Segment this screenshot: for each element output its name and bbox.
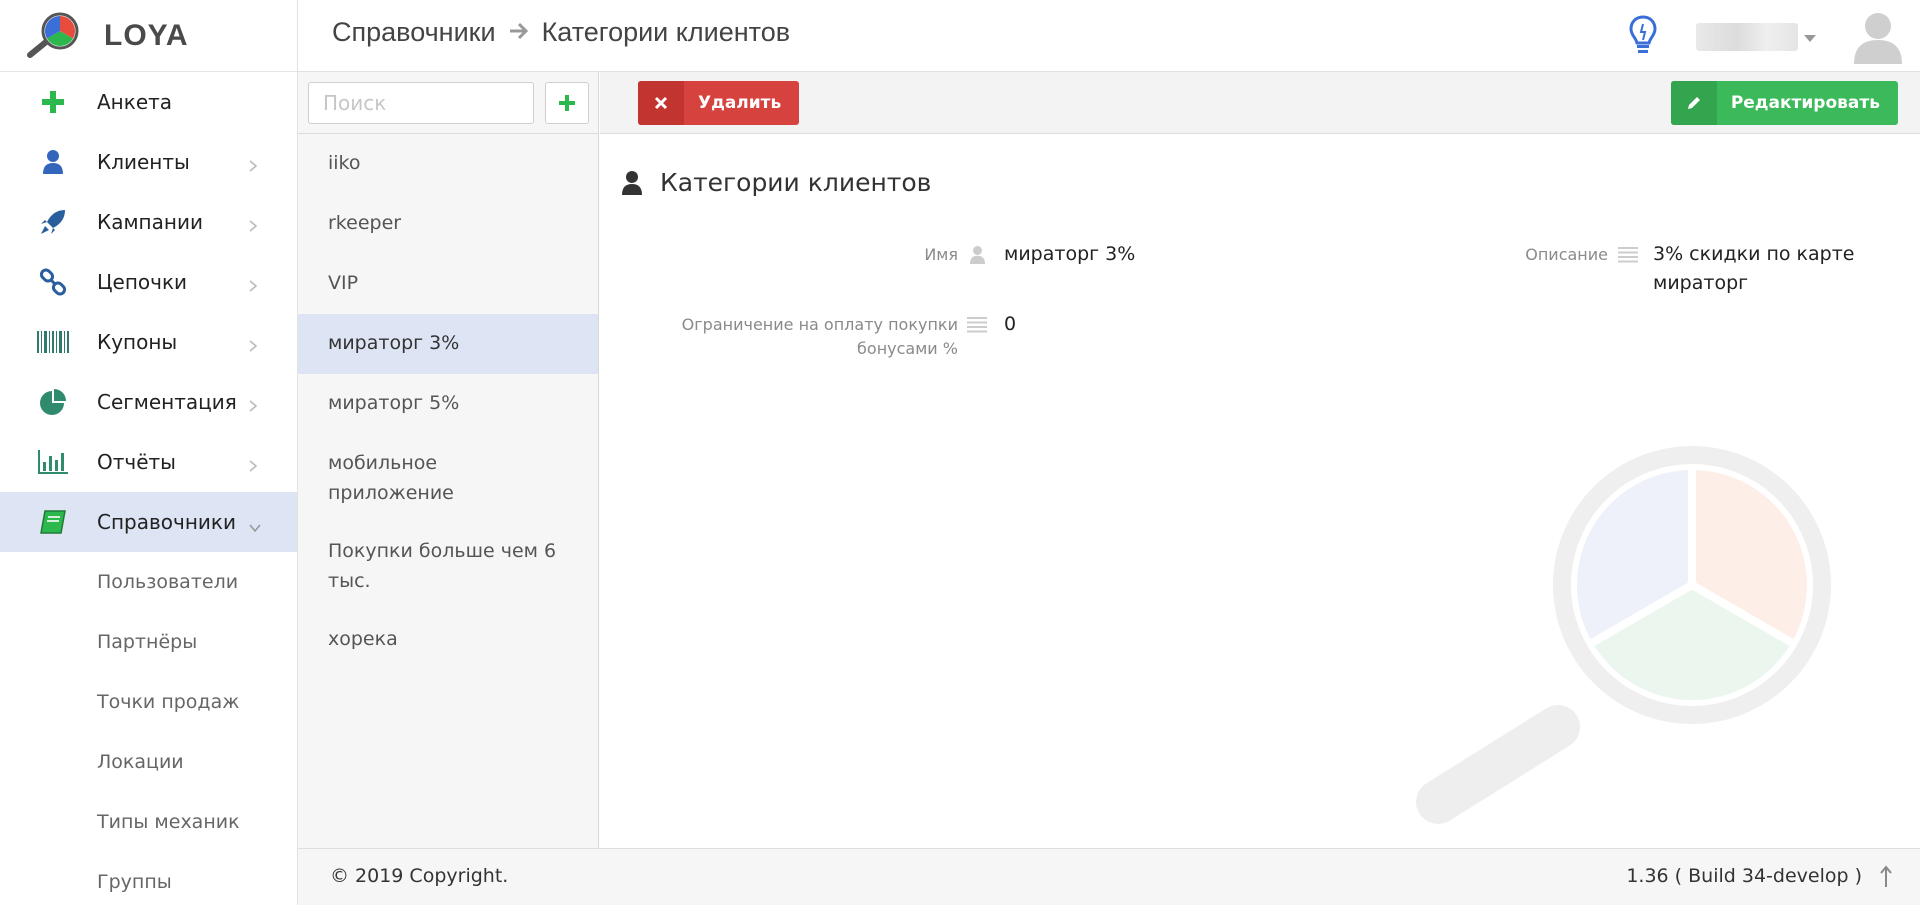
barcode-icon: [33, 327, 73, 357]
lightbulb-icon[interactable]: [1628, 14, 1658, 60]
list-item[interactable]: мираторг 5%: [298, 374, 598, 434]
loya-watermark-icon: [1408, 442, 1848, 846]
list-item[interactable]: мобильное приложение: [298, 434, 598, 522]
main-content: Удалить Редактировать Категории клиентов…: [600, 72, 1920, 848]
close-icon: [638, 81, 684, 125]
list-panel: iiko rkeeper VIP мираторг 3% мираторг 5%…: [298, 72, 599, 848]
sidebar-item-clients[interactable]: Клиенты: [0, 132, 297, 192]
arrow-up-icon[interactable]: [1880, 865, 1892, 891]
list-item[interactable]: rkeeper: [298, 194, 598, 254]
avatar[interactable]: [1850, 8, 1906, 68]
description-label: Описание: [1525, 245, 1608, 264]
sidebar-item-label: Клиенты: [97, 150, 190, 174]
list-item[interactable]: iiko: [298, 134, 598, 194]
list-item[interactable]: хорека: [298, 610, 598, 670]
caret-down-icon: [1804, 28, 1816, 47]
sidebar-item-reports[interactable]: Отчёты: [0, 432, 297, 492]
copyright: © 2019 Copyright.: [330, 865, 509, 887]
sidebar-item-label: Сегментация: [97, 390, 237, 414]
sidebar-item-campaigns[interactable]: Кампании: [0, 192, 297, 252]
name-label: Имя: [924, 245, 958, 264]
rocket-icon: [33, 207, 73, 237]
sidebar-subitem-sales-points[interactable]: Точки продаж: [0, 672, 297, 732]
action-bar: Удалить Редактировать: [600, 72, 1920, 134]
breadcrumb-item: Категории клиентов: [541, 17, 791, 47]
sidebar-item-label: Цепочки: [97, 270, 188, 294]
list-item[interactable]: VIP: [298, 254, 598, 314]
name-value: мираторг 3%: [1004, 243, 1136, 265]
sidebar-subitem-users[interactable]: Пользователи: [0, 552, 297, 612]
pie-chart-icon: [33, 387, 73, 417]
edit-button-label: Редактировать: [1730, 93, 1880, 113]
chevron-right-icon: [248, 334, 258, 358]
section-title-text: Категории клиентов: [660, 168, 932, 197]
sidebar-item-label: Справочники: [97, 510, 236, 534]
delete-button[interactable]: Удалить: [638, 81, 800, 125]
list-lines-icon: [967, 317, 987, 337]
search-input[interactable]: [308, 81, 534, 124]
app-name: LOYA: [104, 18, 189, 52]
sidebar-subitem-locations[interactable]: Локации: [0, 732, 297, 792]
list-toolbar: [298, 72, 598, 134]
sidebar-item-coupons[interactable]: Купоны: [0, 312, 297, 372]
chevron-right-icon: [248, 274, 258, 298]
user-icon: [622, 170, 642, 195]
breadcrumb-item[interactable]: Справочники: [332, 17, 496, 48]
description-value: 3% скидки по карте мираторг: [1653, 243, 1855, 294]
sidebar-item-label: Купоны: [97, 330, 178, 354]
chevron-right-icon: [248, 154, 258, 178]
sidebar-item-label: Отчёты: [97, 450, 176, 474]
footer: © 2019 Copyright. 1.36 ( Build 34-develo…: [298, 848, 1920, 905]
sidebar-item-label: Анкета: [97, 90, 173, 114]
logo[interactable]: LOYA: [0, 0, 297, 72]
sidebar-subitem-partners[interactable]: Партнёры: [0, 612, 297, 672]
sidebar: LOYA Анкета Клиенты Кампании Цепочки Куп…: [0, 0, 298, 905]
bar-chart-icon: [33, 447, 73, 477]
chevron-right-icon: [248, 454, 258, 478]
loya-logo-icon: [27, 12, 79, 58]
sidebar-item-label: Кампании: [97, 210, 203, 234]
user-icon: [970, 246, 985, 268]
section-title: Категории клиентов: [622, 168, 931, 197]
user-select[interactable]: [1696, 22, 1816, 52]
chevron-down-icon: [248, 514, 262, 538]
add-button[interactable]: [545, 81, 589, 124]
sidebar-item-chains[interactable]: Цепочки: [0, 252, 297, 312]
sidebar-item-directories[interactable]: Справочники: [0, 492, 297, 552]
sidebar-subitem-mechanic-types[interactable]: Типы механик: [0, 792, 297, 852]
plus-icon: [33, 87, 73, 117]
arrow-right-icon: [508, 17, 530, 48]
sidebar-subitem-groups[interactable]: Группы: [0, 852, 297, 912]
pencil-icon: [1670, 81, 1717, 125]
link-icon: [33, 267, 73, 297]
list-item-selected[interactable]: мираторг 3%: [298, 314, 598, 374]
sidebar-item-anketa[interactable]: Анкета: [0, 72, 297, 132]
list-item[interactable]: Покупки больше чем 6 тыс.: [298, 522, 598, 610]
book-icon: [33, 507, 73, 537]
plus-icon: [559, 94, 575, 111]
chevron-right-icon: [248, 394, 258, 418]
breadcrumb: Справочники Категории клиентов: [332, 17, 790, 48]
header: Справочники Категории клиентов: [298, 0, 1920, 72]
chevron-right-icon: [248, 214, 258, 238]
limit-label: Ограничение на оплату покупки бонусами %: [681, 315, 958, 358]
edit-button[interactable]: Редактировать: [1670, 81, 1898, 125]
limit-value: 0: [1004, 313, 1017, 335]
delete-button-label: Удалить: [698, 93, 782, 113]
sidebar-item-segmentation[interactable]: Сегментация: [0, 372, 297, 432]
list-lines-icon: [1618, 247, 1638, 267]
user-name-blurred: [1696, 23, 1798, 51]
user-icon: [33, 147, 73, 177]
version: 1.36 ( Build 34-develop ): [1626, 865, 1862, 887]
